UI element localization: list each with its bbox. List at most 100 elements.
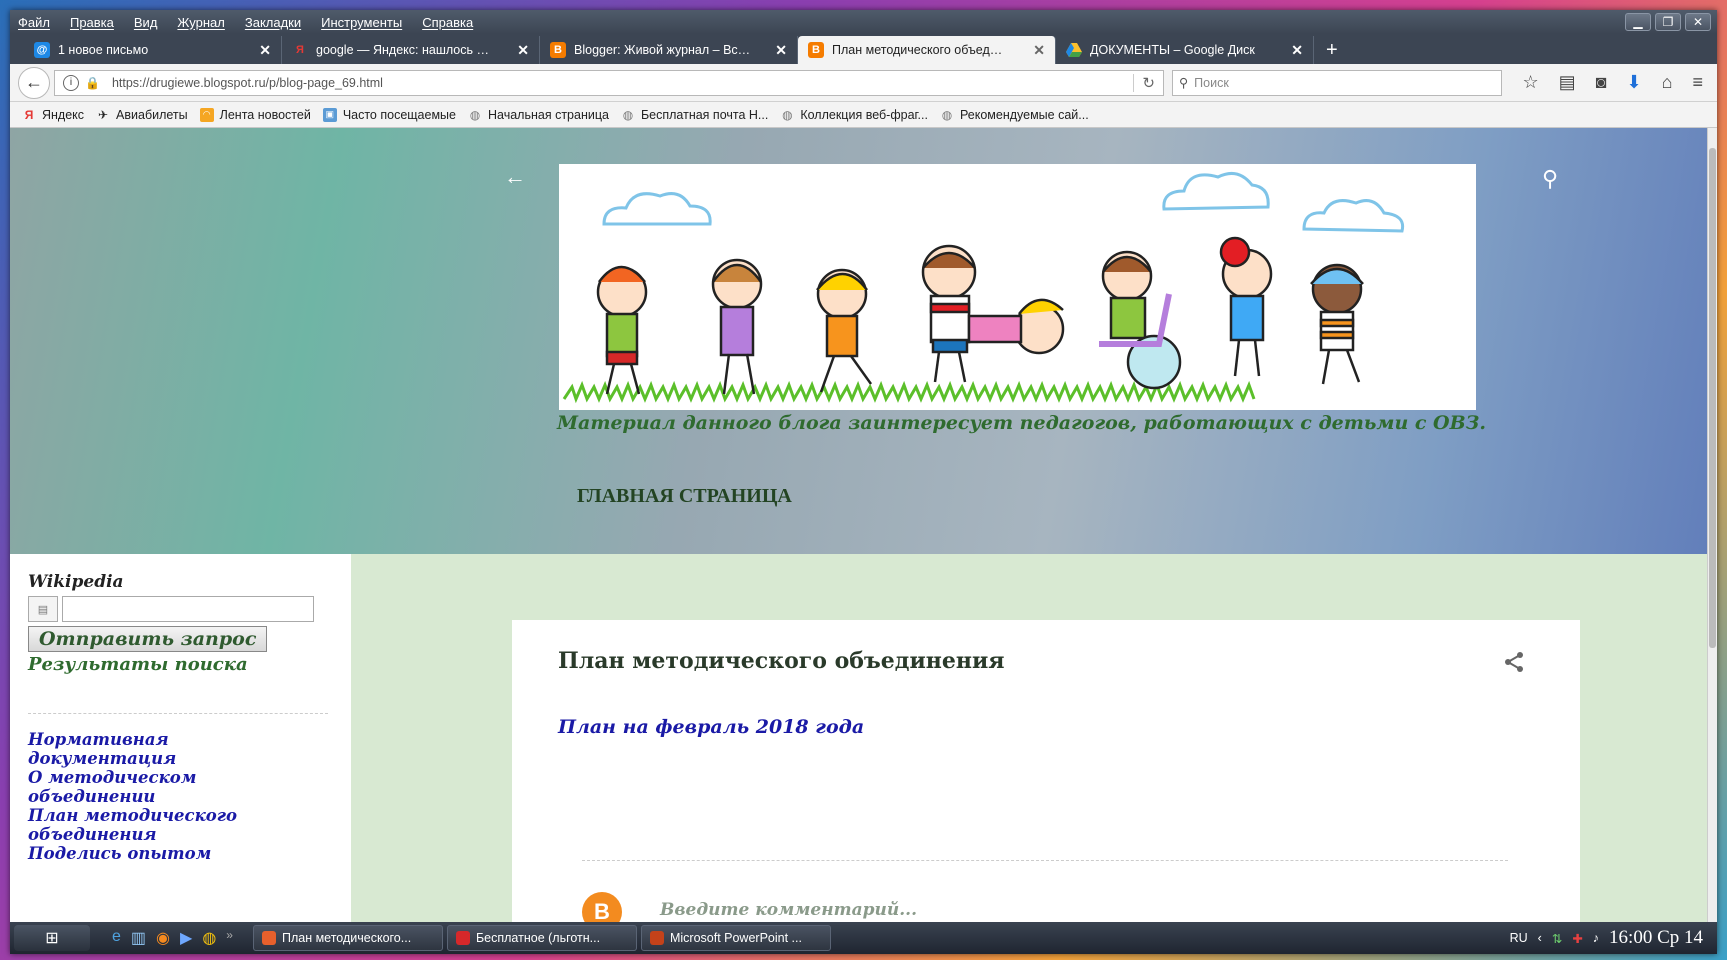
start-button[interactable]: ⊞ [14, 925, 90, 951]
windows-logo-icon: ⊞ [45, 930, 59, 947]
taskbar-item-powerpoint[interactable]: Microsoft PowerPoint ... [640, 925, 831, 951]
ie-icon[interactable]: e [112, 928, 121, 948]
sidebar-link-about[interactable]: О методическом объединении [28, 768, 258, 806]
system-tray: RU ‹ ⇅ ✚ ♪ 16:00 Ср 14 [1510, 927, 1717, 949]
new-tab-button[interactable]: + [1314, 36, 1350, 64]
february-plan-link[interactable]: План на февраль 2018 года [558, 716, 864, 738]
menu-help[interactable]: Справка [422, 15, 473, 30]
menu-icon[interactable]: ≡ [1692, 72, 1703, 93]
search-results-label: Результаты поиска [28, 654, 248, 675]
menu-view[interactable]: Вид [134, 15, 158, 30]
bookmark-label: Авиабилеты [116, 107, 188, 122]
blog-header-image [559, 164, 1476, 410]
bookmark-item[interactable]: ◍ Начальная страница [468, 108, 609, 122]
language-indicator[interactable]: RU [1510, 931, 1528, 945]
globe-icon: ◍ [941, 107, 953, 122]
share-icon[interactable] [1502, 650, 1526, 680]
firefox-icon [261, 931, 276, 945]
bookmark-item[interactable]: ◠ Лента новостей [199, 107, 311, 122]
bookmark-item[interactable]: Я Яндекс [22, 108, 84, 122]
close-icon[interactable]: ✕ [517, 42, 529, 59]
clock[interactable]: 16:00 Ср 14 [1609, 927, 1703, 949]
menu-bookmarks[interactable]: Закладки [245, 15, 301, 30]
rss-icon: ◠ [199, 107, 214, 122]
tab-yandex[interactable]: Я google — Яндекс: нашлось … ✕ [282, 36, 540, 64]
minimize-icon[interactable]: ▁ [1625, 13, 1651, 31]
tab-label: 1 новое письмо [58, 43, 149, 57]
tab-blogger[interactable]: B Blogger: Живой журнал – Вс… ✕ [540, 36, 798, 64]
close-icon[interactable]: ✕ [775, 42, 787, 59]
taskbar-item-firefox[interactable]: План методического... [252, 925, 443, 951]
url-text: https://drugiewe.blogspot.ru/p/blog-page… [111, 75, 383, 90]
back-button[interactable]: ← [18, 66, 50, 99]
search-icon: ⚲ [1179, 76, 1189, 90]
menu-edit[interactable]: Правка [70, 15, 114, 30]
bookmark-label: Начальная страница [488, 107, 609, 122]
tab-mail[interactable]: @ 1 новое письмо ✕ [24, 36, 282, 64]
tab-label: План методического объед… [832, 43, 1003, 57]
close-icon[interactable]: ✕ [259, 42, 271, 59]
sidebar-link-plan[interactable]: План методического объединения [28, 806, 258, 844]
network-icon[interactable]: ⇅ [1552, 931, 1562, 946]
arrow-back-icon[interactable]: ← [504, 164, 526, 190]
star-icon[interactable]: ☆ [1522, 72, 1538, 93]
volume-icon[interactable]: ♪ [1593, 931, 1599, 945]
more-icon[interactable]: » [226, 928, 233, 948]
home-icon[interactable]: ⌂ [1662, 72, 1673, 93]
menu-file[interactable]: Файл [18, 15, 50, 30]
tab-active-plan[interactable]: B План методического объед… ✕ [798, 36, 1056, 64]
info-icon[interactable]: i [63, 74, 79, 91]
address-bar[interactable]: i 🔒 https://drugiewe.blogspot.ru/p/blog-… [54, 69, 1164, 96]
search-input[interactable]: ⚲ Поиск [1172, 69, 1502, 96]
home-page-link[interactable]: ГЛАВНАЯ СТРАНИЦА [577, 485, 792, 508]
menu-history[interactable]: Журнал [177, 15, 224, 30]
media-icon[interactable]: ▶ [180, 928, 192, 948]
bookmark-item[interactable]: ◍ Рекомендуемые сай... [940, 108, 1089, 122]
reading-list-icon[interactable]: ▤ [1559, 72, 1576, 93]
maximize-icon[interactable]: ❐ [1655, 13, 1681, 31]
page-scrollbar[interactable] [1707, 128, 1717, 922]
bookmark-item[interactable]: ✈ Авиабилеты [96, 108, 188, 122]
chrome-icon[interactable]: ◍ [202, 928, 216, 948]
bookmark-item[interactable]: ◍ Коллекция веб-фраг... [780, 108, 928, 122]
submit-query-button[interactable]: Отправить запрос [28, 626, 268, 652]
drive-icon [1066, 42, 1082, 58]
plane-icon: ✈ [98, 107, 109, 122]
menu-tools[interactable]: Инструменты [321, 15, 402, 30]
download-icon[interactable]: ⬇ [1627, 72, 1642, 93]
close-icon[interactable]: ✕ [1291, 42, 1303, 59]
toolbar-icons: ☆ ▤ ◙ ⬇ ⌂ ≡ [1522, 72, 1709, 93]
close-icon[interactable]: ✕ [1033, 42, 1045, 59]
tab-drive[interactable]: ДОКУМЕНТЫ – Google Диск ✕ [1056, 36, 1314, 64]
bookmark-label: Бесплатная почта Н... [640, 107, 769, 122]
taskbar-item-yandex[interactable]: Бесплатное (льготн... [446, 925, 637, 951]
firefox-icon[interactable]: ◉ [156, 928, 170, 948]
bookmark-item[interactable]: ◍ Бесплатная почта Н... [621, 107, 769, 122]
globe-icon: ◍ [469, 107, 481, 122]
taskbar: ⊞ e ▥ ◉ ▶ ◍ » План методического... Бесп… [10, 922, 1717, 954]
pocket-icon[interactable]: ◙ [1596, 72, 1607, 93]
task-label: План методического... [281, 931, 412, 945]
bookmark-item[interactable]: ▣ Часто посещаемые [322, 107, 456, 122]
globe-icon: ◍ [782, 107, 793, 122]
comment-input[interactable]: Введите комментарий... [660, 900, 917, 920]
sidebar-link-share[interactable]: Поделись опытом [28, 844, 258, 863]
page-content: ← ⚲ Материал данного блога заинтересует … [10, 128, 1717, 922]
tab-label: ДОКУМЕНТЫ – Google Диск [1090, 43, 1255, 57]
close-window-icon[interactable]: ✕ [1685, 13, 1711, 31]
window-controls: ▁ ❐ ✕ [1625, 13, 1717, 31]
lock-icon: 🔒 [85, 75, 100, 90]
tab-bar: @ 1 новое письмо ✕ Я google — Яндекс: на… [10, 34, 1717, 64]
task-label: Бесплатное (льготн... [475, 931, 601, 945]
sidebar-link-normative[interactable]: Нормативная документация [28, 730, 258, 768]
blog-search-icon[interactable]: ⚲ [1542, 166, 1558, 192]
reload-icon[interactable]: ↻ [1133, 73, 1155, 92]
bookmark-label: Часто посещаемые [342, 107, 456, 122]
scrollbar-thumb[interactable] [1709, 148, 1716, 648]
tray-expand-icon[interactable]: ‹ [1538, 931, 1542, 945]
sidebar: Wikipedia ▤ Отправить запрос Результаты … [10, 554, 351, 922]
folder-icon: ▣ [322, 107, 337, 122]
wikipedia-search-input[interactable] [62, 596, 314, 622]
explorer-icon[interactable]: ▥ [131, 928, 146, 948]
antivirus-icon[interactable]: ✚ [1572, 931, 1582, 946]
